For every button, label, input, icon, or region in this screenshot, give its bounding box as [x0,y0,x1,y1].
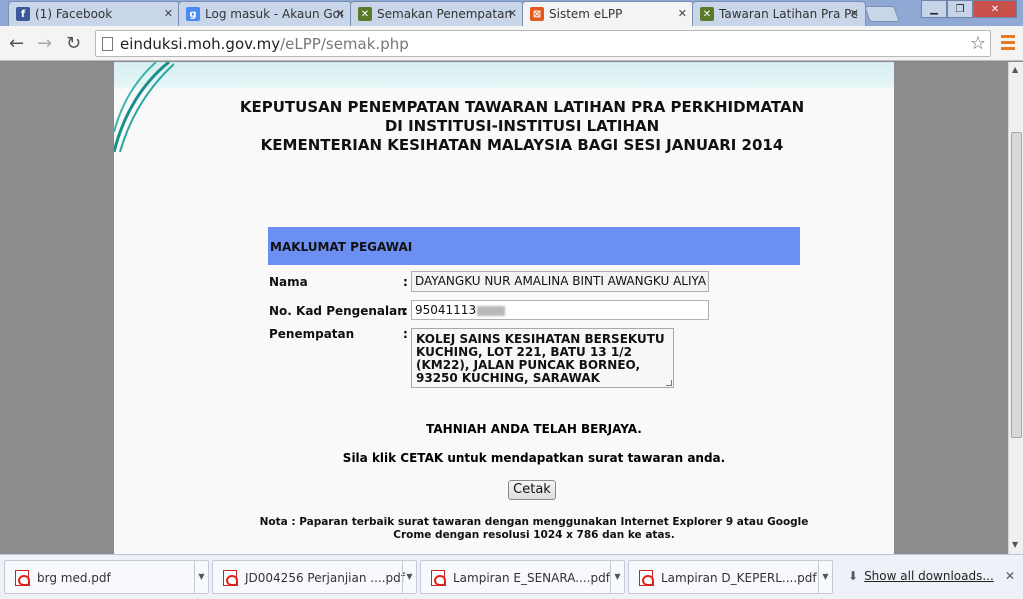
page-heading: KEPUTUSAN PENEMPATAN TAWARAN LATIHAN PRA… [114,98,894,155]
pdf-icon [431,570,446,586]
tab-title: Semakan Penempatan [377,7,513,21]
ic-value: 95041113 [415,303,477,317]
close-tab-icon[interactable]: ✕ [336,7,345,20]
tab-title: Log masuk - Akaun Goo [205,7,343,21]
congrats-message: TAHNIAH ANDA TELAH BERJAYA. [426,422,642,436]
downloads-bar: brg med.pdf ▼ JD004256 Perjanjian ....pd… [0,554,1023,599]
tab-title: (1) Facebook [35,7,113,21]
penempatan-textarea[interactable]: KOLEJ SAINS KESIHATAN BERSEKUTU KUCHING,… [411,328,674,388]
back-arrow-icon[interactable]: ← [9,33,24,54]
facebook-icon: f [16,7,30,21]
chevron-down-icon[interactable]: ▼ [402,561,416,593]
download-name: brg med.pdf [37,571,111,585]
window-close-icon[interactable]: ✕ [973,0,1017,18]
download-arrow-icon: ⬇ [848,569,859,583]
penempatan-value: KOLEJ SAINS KESIHATAN BERSEKUTU KUCHING,… [416,332,665,385]
joomla-icon: ✕ [358,7,372,21]
close-tab-icon[interactable]: ✕ [678,7,687,20]
download-name: Lampiran D_KEPERL....pdf [661,571,817,585]
reload-icon[interactable]: ↻ [66,33,81,54]
penempatan-label: Penempatan [269,327,355,341]
page-icon [102,37,113,51]
heading-line: DI INSTITUSI-INSTITUSI LATIHAN [384,117,660,135]
scroll-up-icon[interactable]: ▲ [1012,65,1018,74]
ic-field[interactable]: 95041113 [411,300,709,320]
download-item[interactable]: brg med.pdf ▼ [4,560,209,594]
close-tab-icon[interactable]: ✕ [508,7,517,20]
chevron-down-icon[interactable]: ▼ [610,561,624,593]
chevron-down-icon[interactable]: ▼ [818,561,832,593]
ic-label: No. Kad Pengenalan [269,304,406,318]
pdf-icon [15,570,30,586]
resize-grip-icon[interactable] [666,380,672,386]
new-tab-button[interactable] [864,6,900,22]
tab-google-login[interactable]: g Log masuk - Akaun Goo ✕ [178,1,352,26]
xampp-icon: ⊠ [530,7,544,21]
instruction-text: Sila klik CETAK untuk mendapatkan surat … [342,451,726,465]
download-name: Lampiran E_SENARA....pdf [453,571,610,585]
close-icon[interactable]: ✕ [1005,569,1015,583]
tab-semakan[interactable]: ✕ Semakan Penempatan ✕ [350,1,524,26]
bookmark-star-icon[interactable]: ☆ [970,33,986,54]
note-text: Nota : Paparan terbaik surat tawaran den… [259,516,809,541]
show-all-downloads-link[interactable]: ⬇ Show all downloads... [848,569,994,583]
close-tab-icon[interactable]: ✕ [850,7,859,20]
page-viewport: KEPUTUSAN PENEMPATAN TAWARAN LATIHAN PRA… [0,62,1008,554]
tab-title: Tawaran Latihan Pra Pe [719,7,857,21]
minimize-icon[interactable]: ▁ [921,0,947,18]
google-icon: g [186,7,200,21]
header-banner [114,62,894,88]
cetak-button[interactable]: Cetak [508,480,556,500]
url-host: einduksi.moh.gov.my [120,34,281,53]
window-controls: ▁ ❐ ✕ [921,0,1017,18]
maximize-icon[interactable]: ❐ [947,0,973,18]
download-item[interactable]: Lampiran D_KEPERL....pdf ▼ [628,560,833,594]
colon: : [403,327,408,341]
chevron-down-icon[interactable]: ▼ [194,561,208,593]
download-item[interactable]: Lampiran E_SENARA....pdf ▼ [420,560,625,594]
tab-tawaran[interactable]: ✕ Tawaran Latihan Pra Pe ✕ [692,1,866,26]
scrollbar-thumb[interactable] [1011,132,1022,438]
show-all-label: Show all downloads... [864,569,994,583]
menu-icon[interactable] [1001,35,1015,53]
heading-line: KEPUTUSAN PENEMPATAN TAWARAN LATIHAN PRA… [239,98,805,116]
close-tab-icon[interactable]: ✕ [164,7,173,20]
pdf-icon [223,570,238,586]
heading-line: KEMENTERIAN KESIHATAN MALAYSIA BAGI SESI… [260,136,784,154]
browser-toolbar: ← → ↻ einduksi.moh.gov.my/eLPP/semak.php… [0,26,1023,61]
vertical-scrollbar[interactable]: ▲ ▼ [1008,62,1023,554]
nama-label: Nama [269,275,308,289]
joomla-icon: ✕ [700,7,714,21]
redacted-blur [477,305,506,316]
section-title: MAKLUMAT PEGAWAI [268,227,800,265]
scroll-down-icon[interactable]: ▼ [1012,540,1018,549]
tab-facebook[interactable]: f (1) Facebook ✕ [8,1,180,26]
address-bar[interactable]: einduksi.moh.gov.my/eLPP/semak.php ☆ [95,30,991,57]
colon: : [403,275,408,289]
nama-field[interactable]: DAYANGKU NUR AMALINA BINTI AWANGKU ALIYA [411,271,709,292]
colon: : [403,304,408,318]
page-content: KEPUTUSAN PENEMPATAN TAWARAN LATIHAN PRA… [114,62,894,554]
forward-arrow-icon[interactable]: → [37,33,52,54]
download-name: JD004256 Perjanjian ....pdf [245,571,405,585]
tab-sistem-elpp[interactable]: ⊠ Sistem eLPP ✕ [522,1,694,26]
tab-title: Sistem eLPP [549,7,623,21]
pdf-icon [639,570,654,586]
tab-strip: f (1) Facebook ✕ g Log masuk - Akaun Goo… [0,0,1023,26]
download-item[interactable]: JD004256 Perjanjian ....pdf ▼ [212,560,417,594]
url-path: /eLPP/semak.php [280,34,409,53]
